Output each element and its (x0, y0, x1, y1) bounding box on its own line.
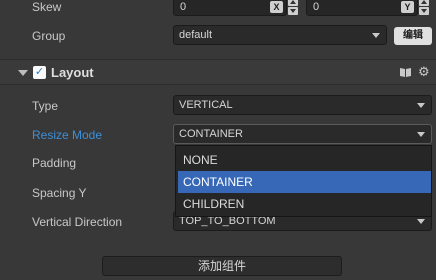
dropdown-option-container[interactable]: CONTAINER (178, 171, 431, 193)
resize-mode-dropdown: NONE CONTAINER CHILDREN (175, 145, 432, 217)
group-row: Group default 编辑 (0, 24, 436, 48)
skew-row: Skew 0 X 0 Y (0, 0, 436, 18)
spacing-y-label: Spacing Y (32, 186, 87, 200)
resize-mode-row: Resize Mode CONTAINER (0, 123, 436, 145)
layout-component-title: Layout (51, 65, 94, 80)
resize-mode-select-value: CONTAINER (179, 128, 243, 140)
chevron-down-icon (417, 132, 425, 137)
decrement-arrow-icon[interactable] (288, 7, 298, 15)
add-component-button[interactable]: 添加组件 (102, 256, 342, 276)
edit-group-button[interactable]: 编辑 (394, 27, 432, 45)
type-label: Type (32, 99, 59, 113)
group-select-value: default (179, 29, 213, 41)
skew-label: Skew (32, 0, 62, 14)
decrement-arrow-icon[interactable] (419, 7, 429, 15)
gear-icon[interactable]: ⚙ (418, 65, 430, 79)
chevron-down-icon (372, 33, 380, 38)
y-axis-label: Y (401, 1, 414, 13)
skew-x-input[interactable]: 0 X (173, 0, 287, 16)
resize-mode-label: Resize Mode (32, 128, 103, 142)
dropdown-option-children[interactable]: CHILDREN (178, 193, 431, 215)
triangle-down-icon[interactable] (18, 70, 28, 76)
book-icon[interactable] (399, 67, 412, 78)
skew-x-value: 0 (180, 1, 187, 13)
padding-label: Padding (32, 156, 77, 170)
chevron-down-icon (417, 219, 425, 224)
type-select[interactable]: VERTICAL (173, 95, 432, 115)
increment-arrow-icon[interactable] (288, 0, 298, 6)
group-select[interactable]: default (173, 25, 387, 45)
layout-enabled-checkbox[interactable]: ✓ (33, 66, 46, 79)
vertical-direction-label: Vertical Direction (32, 215, 123, 229)
resize-mode-select[interactable]: CONTAINER (173, 124, 432, 144)
type-select-value: VERTICAL (179, 99, 233, 111)
increment-arrow-icon[interactable] (419, 0, 429, 6)
group-label: Group (32, 29, 66, 43)
skew-x-stepper[interactable] (288, 0, 298, 16)
type-row: Type VERTICAL (0, 94, 436, 116)
chevron-down-icon (417, 103, 425, 108)
dropdown-option-none[interactable]: NONE (178, 149, 431, 171)
skew-y-stepper[interactable] (419, 0, 429, 16)
skew-y-value: 0 (313, 1, 320, 13)
skew-y-input[interactable]: 0 Y (306, 0, 418, 16)
x-axis-label: X (270, 1, 283, 13)
layout-component-header[interactable]: ✓ Layout ⚙ (0, 59, 436, 85)
